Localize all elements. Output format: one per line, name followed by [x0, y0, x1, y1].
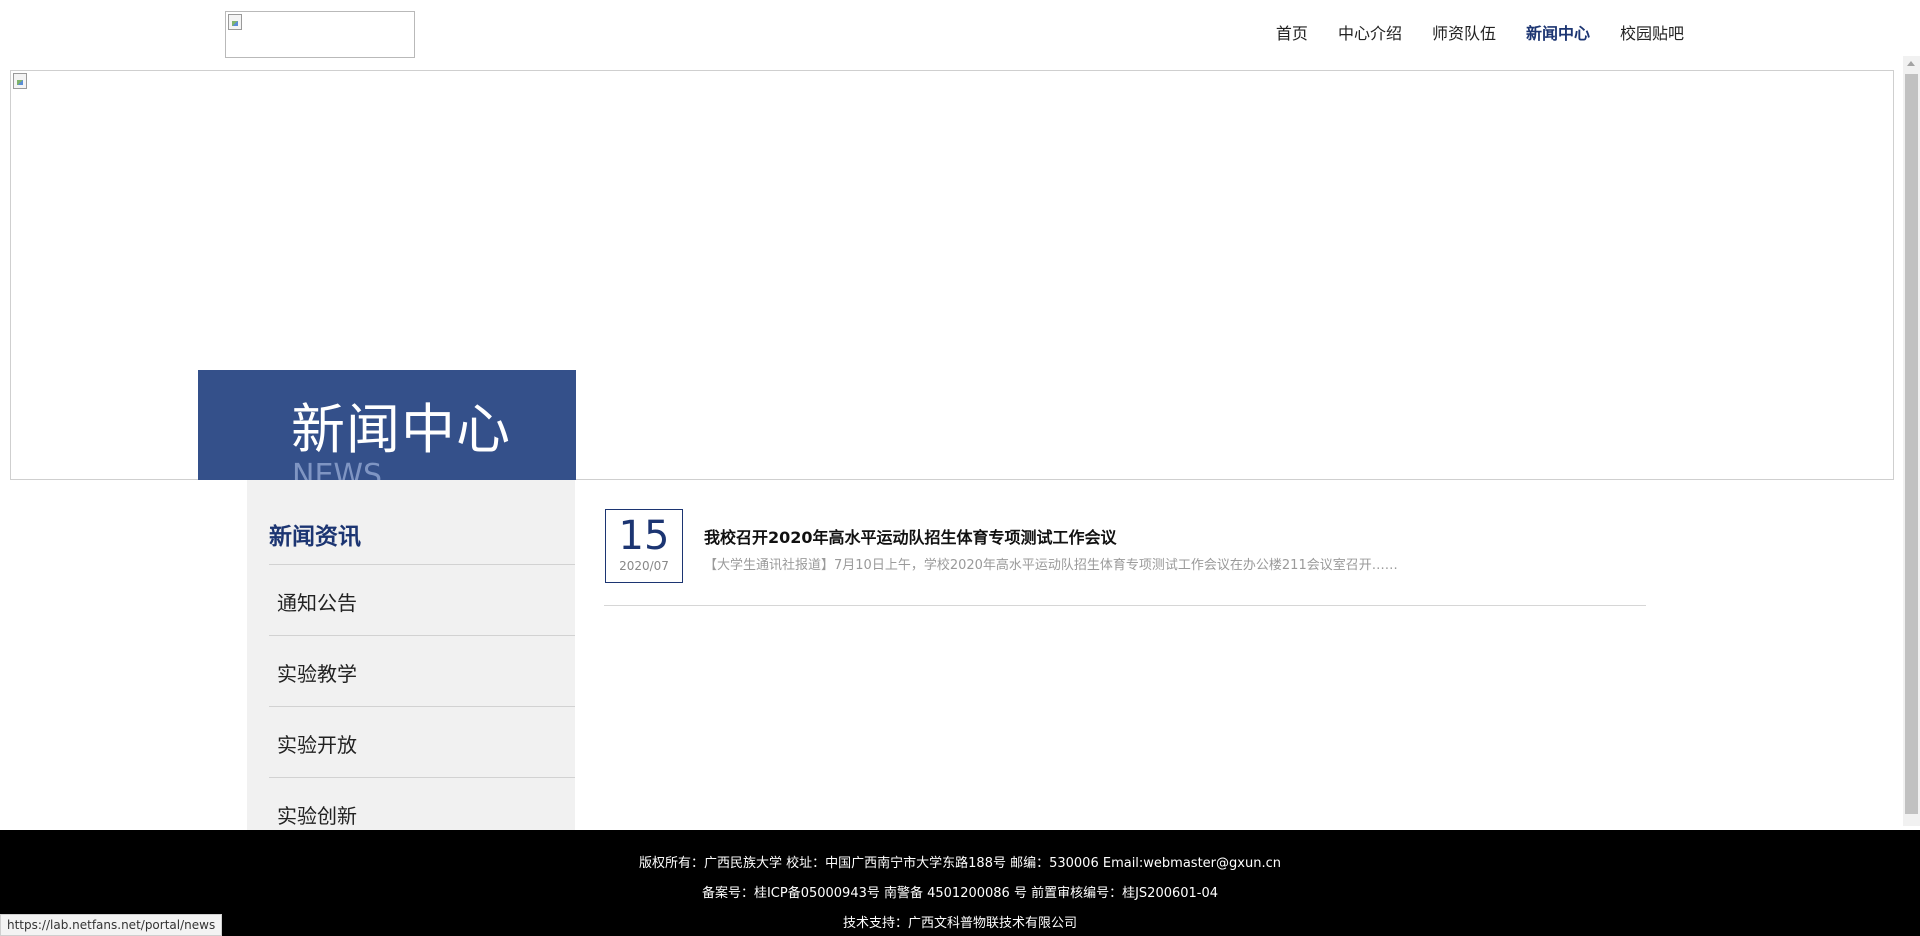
sidebar-item-lab-open[interactable]: 实验开放	[269, 707, 575, 778]
footer-copyright: 版权所有：广西民族大学 校址：中国广西南宁市大学东路188号 邮编：530006…	[639, 856, 1281, 871]
site-logo[interactable]	[225, 11, 415, 58]
page-scrollbar[interactable]	[1903, 56, 1920, 826]
news-list-item[interactable]: 15 2020/07 我校召开2020年高水平运动队招生体育专项测试工作会议 【…	[604, 509, 1646, 606]
scrollbar-thumb[interactable]	[1905, 74, 1918, 814]
nav-center-intro[interactable]: 中心介绍	[1338, 22, 1402, 46]
sidebar-item-lab-teaching[interactable]: 实验教学	[269, 636, 575, 707]
nav-campus-forum[interactable]: 校园贴吧	[1620, 22, 1684, 46]
nav-faculty[interactable]: 师资队伍	[1432, 22, 1496, 46]
browser-status-url: https://lab.netfans.net/portal/news	[0, 914, 223, 936]
main-nav: 首页 中心介绍 师资队伍 新闻中心 校园贴吧	[1246, 22, 1684, 46]
news-summary: 【大学生通讯社报道】7月10日上午，学校2020年高水平运动队招生体育专项测试工…	[704, 558, 1398, 573]
news-day: 15	[618, 513, 670, 559]
broken-image-icon	[228, 14, 242, 30]
broken-image-icon	[13, 73, 27, 89]
sidebar-item-label: 实验创新	[277, 804, 357, 828]
sidebar-list: 通知公告 实验教学 实验开放 实验创新	[269, 565, 575, 849]
section-title-block: 新闻中心 NEWS	[198, 370, 576, 480]
news-date-badge: 15 2020/07	[605, 509, 683, 583]
news-year-month: 2020/07	[619, 559, 669, 573]
sidebar-item-label: 通知公告	[277, 591, 357, 615]
scroll-up-arrow-icon[interactable]	[1907, 61, 1915, 66]
sidebar-heading: 新闻资讯	[269, 524, 361, 550]
nav-news-center[interactable]: 新闻中心	[1526, 22, 1590, 46]
news-title-link[interactable]: 我校召开2020年高水平运动队招生体育专项测试工作会议	[704, 524, 1117, 548]
sidebar-item-label: 实验教学	[277, 662, 357, 686]
sidebar: 新闻资讯 通知公告 实验教学 实验开放 实验创新	[247, 480, 575, 849]
site-footer: 版权所有：广西民族大学 校址：中国广西南宁市大学东路188号 邮编：530006…	[0, 830, 1920, 936]
footer-tech-support: 技术支持：广西文科普物联技术有限公司	[842, 916, 1077, 931]
nav-home[interactable]: 首页	[1276, 22, 1308, 46]
sidebar-item-notices[interactable]: 通知公告	[269, 565, 575, 636]
sidebar-item-label: 实验开放	[277, 733, 357, 757]
section-subtitle: NEWS	[292, 458, 383, 480]
footer-icp: 备案号：桂ICP备05000943号 南警备 4501200086 号 前置审核…	[701, 886, 1219, 901]
section-title: 新闻中心	[291, 398, 511, 461]
